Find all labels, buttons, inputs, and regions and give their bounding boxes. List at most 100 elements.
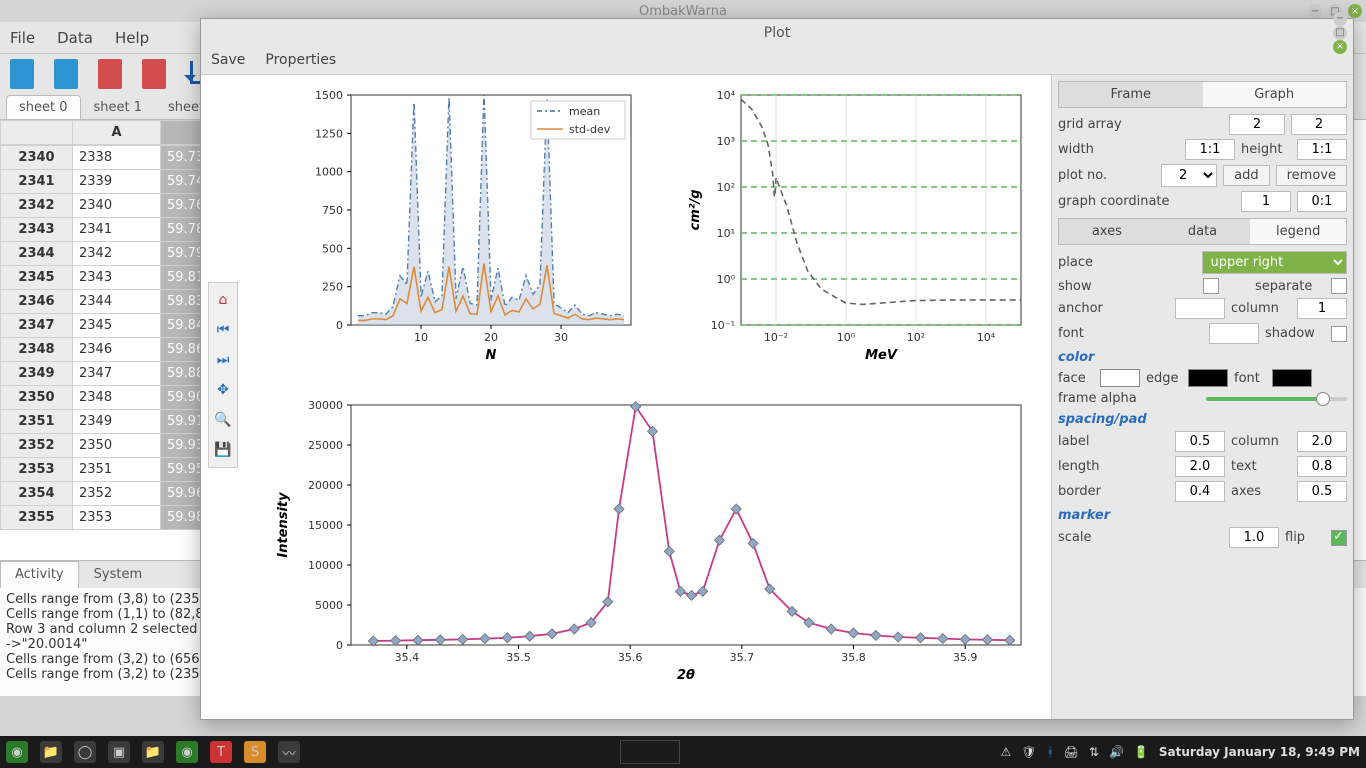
tab-legend[interactable]: legend xyxy=(1250,219,1346,244)
plot-minimize-button[interactable]: − xyxy=(1333,12,1347,26)
save-as-icon[interactable] xyxy=(142,59,166,89)
mint-menu-icon[interactable]: ◉ xyxy=(6,741,28,763)
sheet-tab-1[interactable]: sheet 1 xyxy=(81,95,156,119)
separate-checkbox[interactable] xyxy=(1331,278,1347,294)
shield-icon[interactable]: 🛡 xyxy=(1021,745,1036,759)
table-row[interactable]: 2354235259.96 xyxy=(1,482,213,506)
first-icon[interactable]: ⏮ xyxy=(212,319,234,341)
plot-maximize-button[interactable]: □ xyxy=(1333,26,1347,40)
column-input[interactable] xyxy=(1297,298,1347,319)
table-row[interactable]: 2343234159.78 xyxy=(1,218,213,242)
new-sheet-icon[interactable] xyxy=(54,59,78,89)
browser-icon[interactable]: ◯ xyxy=(74,741,96,763)
label-input[interactable] xyxy=(1175,431,1225,452)
font-color-swatch[interactable] xyxy=(1272,369,1312,387)
column2-input[interactable] xyxy=(1297,431,1347,452)
tab-axes[interactable]: axes xyxy=(1059,219,1155,244)
flip-checkbox[interactable] xyxy=(1331,530,1347,546)
show-checkbox[interactable] xyxy=(1203,278,1219,294)
edge-color-swatch[interactable] xyxy=(1188,369,1228,387)
plotno-select[interactable]: 2 xyxy=(1161,164,1217,187)
grid-array-rows-input[interactable] xyxy=(1229,114,1285,135)
svg-text:35.6: 35.6 xyxy=(618,651,643,664)
table-row[interactable]: 2345234359.81 xyxy=(1,266,213,290)
length-input[interactable] xyxy=(1175,456,1225,477)
table-row[interactable]: 2350234859.90 xyxy=(1,386,213,410)
home-icon[interactable]: ⌂ xyxy=(212,289,234,311)
battery-icon[interactable]: 🔋 xyxy=(1134,745,1149,759)
place-select[interactable]: upper right xyxy=(1202,251,1348,274)
anchor-input[interactable] xyxy=(1175,298,1225,319)
width-input[interactable] xyxy=(1185,139,1235,160)
remove-button[interactable]: remove xyxy=(1276,165,1347,186)
text-input[interactable] xyxy=(1297,456,1347,477)
menu-data[interactable]: Data xyxy=(57,29,93,47)
scale-input[interactable] xyxy=(1229,527,1279,548)
table-row[interactable]: 2347234559.84 xyxy=(1,314,213,338)
tab-activity[interactable]: Activity xyxy=(0,561,79,588)
sidebar-top-tabs: Frame Graph xyxy=(1058,81,1347,108)
sublime-icon[interactable]: S xyxy=(244,741,266,763)
network-icon[interactable]: ⇅ xyxy=(1089,745,1099,759)
tab-graph[interactable]: Graph xyxy=(1203,82,1347,107)
height-input[interactable] xyxy=(1297,139,1347,160)
save-plot-icon[interactable]: 💾 xyxy=(212,439,234,461)
table-row[interactable]: 2340233859.73 xyxy=(1,146,213,170)
files-icon[interactable]: 📁 xyxy=(40,741,62,763)
last-icon[interactable]: ⏭ xyxy=(212,349,234,371)
tab-data[interactable]: data xyxy=(1155,219,1251,244)
graphcoord-b-input[interactable] xyxy=(1297,191,1347,212)
taskbar-active-window[interactable] xyxy=(620,740,680,764)
font-input[interactable] xyxy=(1209,323,1259,344)
sheet-tab-0[interactable]: sheet 0 xyxy=(6,95,81,119)
volume-icon[interactable]: 🔊 xyxy=(1109,745,1124,759)
folder-icon[interactable]: 📁 xyxy=(142,741,164,763)
app-icon[interactable]: ◉ xyxy=(176,741,198,763)
table-row[interactable]: 2353235159.95 xyxy=(1,458,213,482)
table-row[interactable]: 2346234459.83 xyxy=(1,290,213,314)
border-input[interactable] xyxy=(1175,481,1225,502)
close-button[interactable]: × xyxy=(1348,4,1362,18)
table-row[interactable]: 2342234059.76 xyxy=(1,194,213,218)
bluetooth-icon[interactable]: ᚼ xyxy=(1046,745,1053,759)
save-icon[interactable] xyxy=(98,59,122,89)
col-header-a[interactable]: A xyxy=(73,121,161,145)
add-button[interactable]: add xyxy=(1223,165,1269,186)
menu-help[interactable]: Help xyxy=(115,29,149,47)
framealpha-slider[interactable] xyxy=(1206,397,1348,401)
table-row[interactable]: 2348234659.86 xyxy=(1,338,213,362)
svg-text:10000: 10000 xyxy=(308,559,343,572)
table-row[interactable]: 2341233959.74 xyxy=(1,170,213,194)
plot-menu-properties[interactable]: Properties xyxy=(265,52,336,68)
corner-cell[interactable] xyxy=(1,121,73,145)
shadow-checkbox[interactable] xyxy=(1331,326,1347,342)
plot-titlebar[interactable]: Plot − □ × xyxy=(201,19,1353,47)
grid-array-cols-input[interactable] xyxy=(1291,114,1347,135)
pan-icon[interactable]: ✥ xyxy=(212,379,234,401)
table-row[interactable]: 2352235059.93 xyxy=(1,434,213,458)
plot-close-button[interactable]: × xyxy=(1333,40,1347,54)
table-row[interactable]: 2351234959.91 xyxy=(1,410,213,434)
svg-text:10⁰: 10⁰ xyxy=(837,331,856,344)
plot-menu-save[interactable]: Save xyxy=(211,52,245,68)
graphcoord-a-input[interactable] xyxy=(1241,191,1291,212)
table-row[interactable]: 2349234759.88 xyxy=(1,362,213,386)
minimize-button[interactable]: − xyxy=(1308,4,1322,18)
axes-input[interactable] xyxy=(1297,481,1347,502)
clock[interactable]: Saturday January 18, 9:49 PM xyxy=(1159,745,1360,759)
zoom-icon[interactable]: 🔍 xyxy=(212,409,234,431)
tab-system[interactable]: System xyxy=(79,561,157,588)
printer-icon[interactable]: 🖨 xyxy=(1064,745,1079,759)
table-row[interactable]: 2355235359.98 xyxy=(1,506,213,530)
menu-file[interactable]: File xyxy=(10,29,35,47)
new-file-icon[interactable] xyxy=(10,59,34,89)
warning-icon[interactable]: ⚠ xyxy=(1000,745,1011,759)
border-label: border xyxy=(1058,484,1169,499)
app3-icon[interactable]: 〰 xyxy=(278,741,300,763)
svg-text:10³: 10³ xyxy=(717,135,735,148)
app2-icon[interactable]: T xyxy=(210,741,232,763)
terminal-icon[interactable]: ▣ xyxy=(108,741,130,763)
face-color-swatch[interactable] xyxy=(1100,369,1140,387)
table-row[interactable]: 2344234259.79 xyxy=(1,242,213,266)
tab-frame[interactable]: Frame xyxy=(1059,82,1203,107)
